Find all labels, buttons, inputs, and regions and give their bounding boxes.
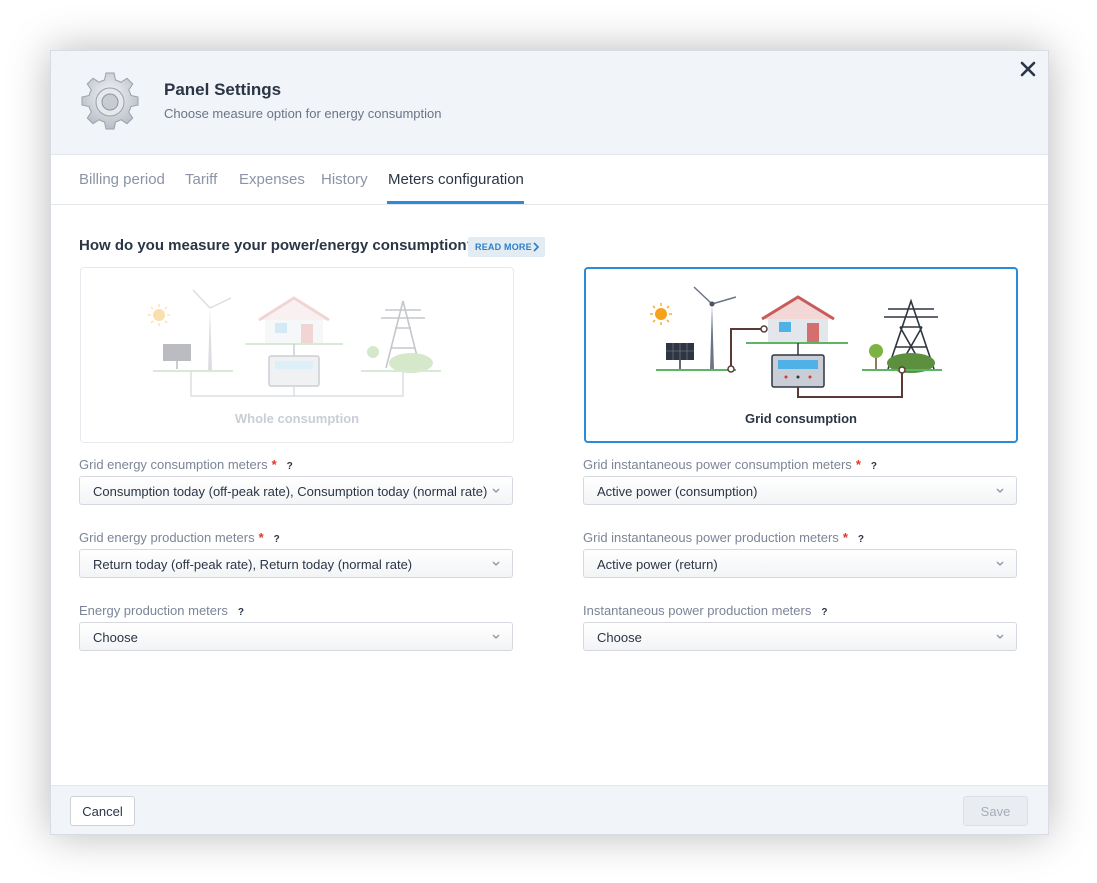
chevron-down-icon bbox=[492, 488, 500, 493]
help-icon[interactable]: ? bbox=[274, 534, 280, 545]
chevron-down-icon bbox=[492, 634, 500, 639]
required-mark: * bbox=[271, 457, 277, 472]
panel-settings-modal: Panel Settings Choose measure option for… bbox=[50, 50, 1049, 835]
required-mark: * bbox=[842, 530, 848, 545]
grid-energy-production-meters-select[interactable]: Return today (off-peak rate), Return tod… bbox=[79, 549, 513, 578]
option-grid-consumption[interactable]: Grid consumption bbox=[584, 267, 1018, 443]
label-text: Grid instantaneous power production mete… bbox=[583, 530, 839, 545]
read-more-button[interactable]: READ MORE bbox=[468, 237, 545, 257]
help-icon[interactable]: ? bbox=[821, 607, 827, 618]
modal-footer: Cancel Save bbox=[51, 785, 1048, 834]
label-text: Energy production meters bbox=[79, 603, 228, 618]
help-icon[interactable]: ? bbox=[238, 607, 244, 618]
cancel-label: Cancel bbox=[82, 804, 123, 819]
settings-gear-icon bbox=[81, 72, 139, 130]
tab-expenses[interactable]: Expenses bbox=[239, 171, 305, 188]
modal-subtitle: Choose measure option for energy consump… bbox=[164, 106, 442, 121]
tab-tariff[interactable]: Tariff bbox=[185, 171, 217, 188]
grid-energy-consumption-meters-select[interactable]: Consumption today (off-peak rate), Consu… bbox=[79, 476, 513, 505]
cancel-button[interactable]: Cancel bbox=[70, 796, 135, 826]
save-button[interactable]: Save bbox=[963, 796, 1028, 826]
option-whole-consumption[interactable]: Whole consumption bbox=[80, 267, 514, 443]
instantaneous-power-production-meters-select[interactable]: Choose bbox=[583, 622, 1017, 651]
select-value: Return today (off-peak rate), Return tod… bbox=[93, 557, 413, 572]
active-tab-indicator bbox=[387, 201, 524, 204]
label-text: Grid instantaneous power consumption met… bbox=[583, 457, 852, 472]
grid-energy-consumption-meters-label: Grid energy consumption meters *? bbox=[79, 457, 293, 472]
label-text: Grid energy production meters bbox=[79, 530, 255, 545]
chevron-down-icon bbox=[996, 488, 1004, 493]
tab-bar: Billing period Tariff Expenses History M… bbox=[51, 155, 1048, 205]
close-icon[interactable] bbox=[1018, 59, 1038, 79]
help-icon[interactable]: ? bbox=[871, 461, 877, 472]
instantaneous-power-production-meters-label: Instantaneous power production meters? bbox=[583, 603, 827, 618]
tab-meters-configuration[interactable]: Meters configuration bbox=[388, 171, 524, 188]
help-icon[interactable]: ? bbox=[858, 534, 864, 545]
required-mark: * bbox=[258, 530, 264, 545]
grid-instantaneous-power-production-meters-select[interactable]: Active power (return) bbox=[583, 549, 1017, 578]
modal-title: Panel Settings bbox=[164, 80, 282, 99]
required-mark: * bbox=[855, 457, 861, 472]
select-value: Active power (consumption) bbox=[597, 484, 758, 499]
grid-instantaneous-power-consumption-meters-label: Grid instantaneous power consumption met… bbox=[583, 457, 877, 472]
tab-history[interactable]: History bbox=[321, 171, 368, 188]
chevron-right-icon bbox=[533, 242, 540, 252]
grid-instantaneous-power-production-meters-label: Grid instantaneous power production mete… bbox=[583, 530, 864, 545]
label-text: Instantaneous power production meters bbox=[583, 603, 812, 618]
read-more-label: READ MORE bbox=[475, 242, 532, 252]
grid-instantaneous-power-consumption-meters-select[interactable]: Active power (consumption) bbox=[583, 476, 1017, 505]
select-value: Active power (return) bbox=[597, 557, 718, 572]
save-label: Save bbox=[980, 804, 1011, 819]
energy-production-meters-label: Energy production meters? bbox=[79, 603, 244, 618]
select-value: Consumption today (off-peak rate), Consu… bbox=[93, 484, 488, 499]
measurement-question: How do you measure your power/energy con… bbox=[79, 237, 476, 254]
energy-production-meters-select[interactable]: Choose bbox=[79, 622, 513, 651]
select-value: Choose bbox=[597, 630, 642, 645]
option-label: Whole consumption bbox=[234, 411, 360, 426]
option-label: Grid consumption bbox=[745, 411, 857, 426]
label-text: Grid energy consumption meters bbox=[79, 457, 268, 472]
chevron-down-icon bbox=[996, 561, 1004, 566]
chevron-down-icon bbox=[492, 561, 500, 566]
chevron-down-icon bbox=[996, 634, 1004, 639]
tab-billing-period[interactable]: Billing period bbox=[79, 171, 165, 188]
select-value: Choose bbox=[93, 630, 138, 645]
help-icon[interactable]: ? bbox=[287, 461, 293, 472]
grid-energy-production-meters-label: Grid energy production meters *? bbox=[79, 530, 280, 545]
modal-header: Panel Settings Choose measure option for… bbox=[51, 51, 1048, 155]
